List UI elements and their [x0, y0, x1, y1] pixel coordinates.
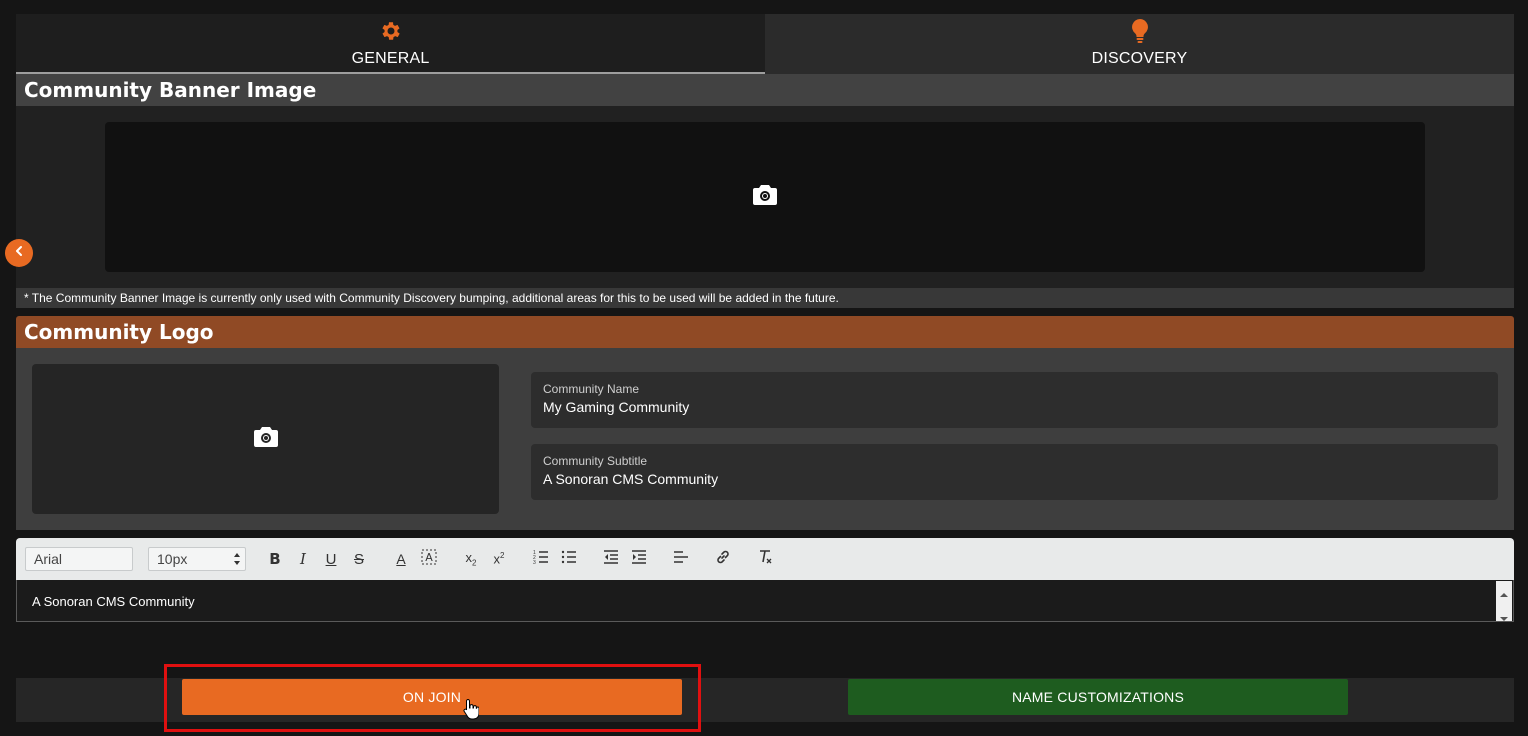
hand-cursor-icon: [463, 698, 480, 725]
align-left-icon: [673, 550, 689, 568]
text-color-icon: A: [396, 551, 406, 567]
font-family-select[interactable]: Arial: [25, 547, 133, 571]
banner-section-title: Community Banner Image: [16, 74, 1514, 106]
tab-general[interactable]: GENERAL: [16, 14, 765, 74]
community-name-label: Community Name: [543, 382, 640, 396]
scroll-down-icon: [1500, 609, 1508, 627]
bold-button[interactable]: B: [264, 547, 286, 571]
gear-icon: [378, 18, 404, 44]
text-color-button[interactable]: A: [390, 547, 412, 571]
font-family-value: Arial: [34, 551, 63, 567]
indent-button[interactable]: [628, 547, 650, 571]
ordered-list-button[interactable]: 123: [530, 547, 552, 571]
select-arrows-icon: [233, 551, 241, 570]
link-icon: [715, 549, 731, 569]
bullet-list-icon: [561, 550, 577, 568]
community-subtitle-input[interactable]: [543, 471, 1486, 487]
name-customizations-button[interactable]: NAME CUSTOMIZATIONS: [848, 679, 1348, 715]
community-name-input[interactable]: [543, 399, 1486, 415]
bold-icon: B: [269, 550, 281, 568]
camera-icon: [752, 184, 778, 211]
outdent-button[interactable]: [600, 547, 622, 571]
tab-general-label: GENERAL: [351, 50, 430, 67]
background-color-icon: A: [421, 549, 437, 569]
svg-text:3: 3: [533, 560, 536, 564]
camera-icon: [253, 426, 279, 453]
subscript-icon: x2: [465, 550, 477, 568]
collapse-sidebar-button[interactable]: [5, 239, 33, 267]
align-button[interactable]: [670, 547, 692, 571]
clear-format-button[interactable]: [754, 547, 776, 571]
logo-image-upload[interactable]: [32, 364, 499, 514]
font-size-value: 10px: [157, 551, 188, 567]
editor-text: A Sonoran CMS Community: [32, 594, 195, 609]
tab-discovery[interactable]: DISCOVERY: [765, 14, 1514, 74]
underline-icon: U: [325, 550, 337, 568]
logo-section-title: Community Logo: [16, 316, 1514, 348]
editor-content[interactable]: A Sonoran CMS Community: [16, 580, 1514, 622]
community-subtitle-label: Community Subtitle: [543, 454, 648, 468]
indent-icon: [631, 550, 647, 568]
strikethrough-icon: S: [353, 550, 364, 568]
community-name-field: Community Name: [531, 372, 1498, 428]
banner-image-upload[interactable]: [105, 122, 1425, 272]
scroll-up-icon: [1500, 585, 1508, 603]
community-subtitle-field: Community Subtitle: [531, 444, 1498, 500]
strikethrough-button[interactable]: S: [348, 547, 370, 571]
italic-icon: I: [300, 550, 306, 568]
tab-bar: GENERAL DISCOVERY: [16, 14, 1514, 74]
superscript-button[interactable]: x2: [488, 547, 510, 571]
font-size-select[interactable]: 10px: [148, 547, 246, 571]
background-color-button[interactable]: A: [418, 547, 440, 571]
tab-discovery-label: DISCOVERY: [1091, 50, 1188, 67]
lightbulb-icon: [1127, 18, 1153, 44]
subscript-button[interactable]: x2: [460, 547, 482, 571]
banner-note: * The Community Banner Image is currentl…: [16, 288, 1514, 308]
ordered-list-icon: 123: [533, 550, 549, 568]
clear-format-icon: [757, 549, 773, 569]
underline-button[interactable]: U: [320, 547, 342, 571]
editor-toolbar: Arial 10px B I U S A A x2 x2 1 2 3: [16, 538, 1514, 580]
italic-button[interactable]: I: [292, 547, 314, 571]
svg-text:A: A: [425, 551, 433, 564]
outdent-icon: [603, 550, 619, 568]
superscript-icon: x2: [493, 551, 505, 567]
highlight-box: [164, 664, 701, 732]
link-button[interactable]: [712, 547, 734, 571]
bullet-list-button[interactable]: [558, 547, 580, 571]
chevron-left-icon: [13, 244, 25, 262]
editor-scrollbar[interactable]: [1496, 581, 1512, 621]
